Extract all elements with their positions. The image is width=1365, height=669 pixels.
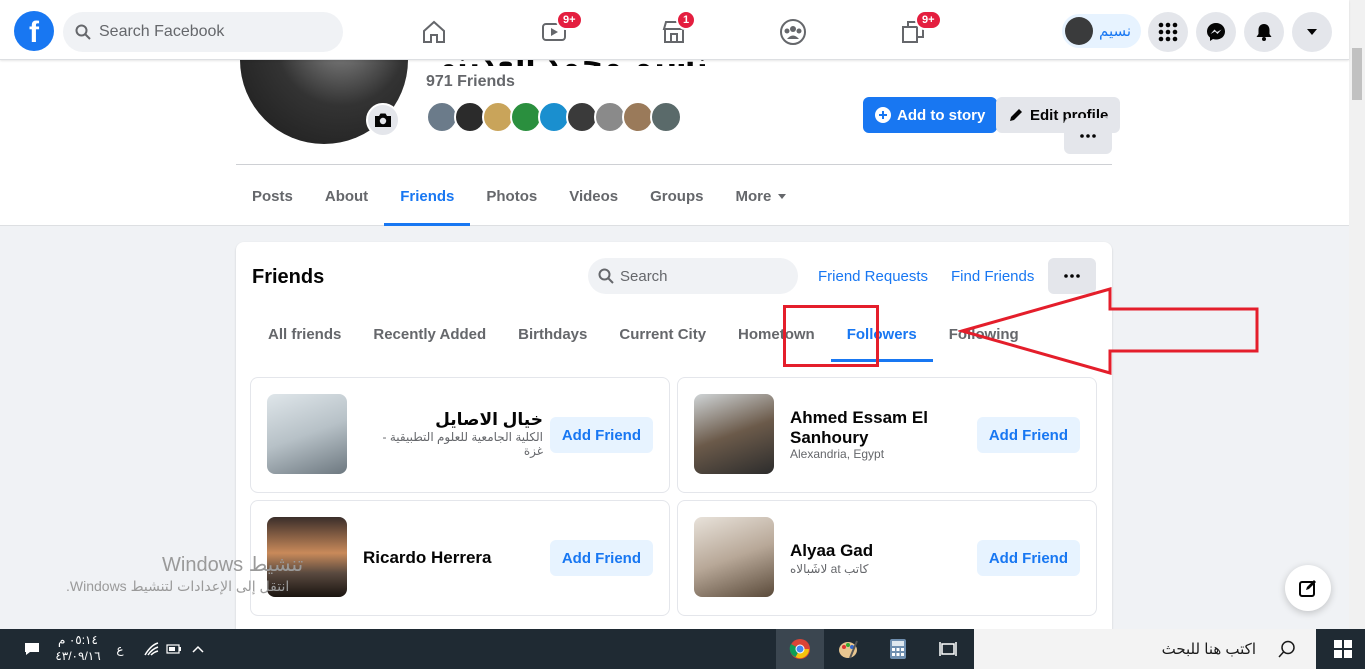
watch-icon[interactable]: 9+ [532,10,583,54]
list-item[interactable]: Ricardo Herrera Add Friend [250,500,670,616]
profile-shortcut[interactable]: نسيم [1062,14,1142,48]
home-icon[interactable] [412,10,456,54]
add-to-story-button[interactable]: Add to story [863,97,998,133]
chevron-up-icon[interactable] [188,629,208,669]
wifi-icon[interactable] [140,629,162,669]
messenger-icon[interactable] [1196,12,1236,52]
friend-detail: كاتب at لاشَبالاه [790,562,869,576]
add-friend-button[interactable]: Add Friend [549,540,653,576]
subtab-birthdays[interactable]: Birthdays [502,306,603,362]
new-message-button[interactable] [1285,565,1331,611]
pencil-icon [1010,109,1022,121]
account-dropdown-icon[interactable] [1292,12,1332,52]
profile-tabs: Posts About Friends Photos Videos Groups… [236,166,803,226]
add-friend-button[interactable]: Add Friend [549,417,653,453]
activation-watermark-title: تنشيط Windows [162,554,304,576]
compose-icon [1299,580,1316,597]
scrollbar-thumb[interactable] [1352,48,1362,100]
watch-badge: 9+ [556,10,583,30]
tab-more[interactable]: More [719,166,803,226]
avatar[interactable] [650,101,682,133]
search-icon [598,268,614,284]
action-center-icon[interactable] [16,629,48,669]
top-navigation: f Search Facebook 9+ 1 9+ نسيم [0,0,1349,60]
gaming-icon[interactable]: 9+ [891,10,942,54]
windows-taskbar: ٠٥:١٤ م ٤٣/٠٩/١٦ ع اكتب هنا للبحث [0,629,1365,669]
list-item[interactable]: Ahmed Essam El Sanhoury Alexandria, Egyp… [677,377,1097,493]
friend-detail: الكلية الجامعية للعلوم التطبيقية - غزة [382,430,543,458]
system-clock[interactable]: ٠٥:١٤ م ٤٣/٠٩/١٦ [50,632,106,664]
friends-subtabs: All friends Recently Added Birthdays Cur… [252,306,1035,362]
profile-header: نسيم محمد العديني 971 Friends Add to sto… [0,0,1349,226]
subtab-recently-added[interactable]: Recently Added [357,306,502,362]
facebook-logo-icon[interactable]: f [14,11,54,51]
profile-shortcut-name: نسيم [1099,23,1132,40]
task-view-icon[interactable] [926,629,970,669]
friend-requests-link[interactable]: Friend Requests [806,258,940,294]
subtab-current-city[interactable]: Current City [603,306,722,362]
friend-name[interactable]: Ricardo Herrera [363,548,492,568]
friend-photo[interactable] [694,517,774,597]
tab-photos[interactable]: Photos [470,166,553,226]
friend-photo[interactable] [267,394,347,474]
chevron-down-icon [778,194,787,199]
search-facebook-input[interactable]: Search Facebook [63,12,343,52]
friend-name[interactable]: Ahmed Essam El Sanhoury [790,408,970,448]
tab-videos[interactable]: Videos [553,166,634,226]
friend-avatars [426,101,682,133]
marketplace-icon[interactable]: 1 [652,10,697,54]
subtab-all-friends[interactable]: All friends [252,306,357,362]
input-language[interactable]: ع [110,629,130,669]
marketplace-badge: 1 [676,10,697,30]
annotation-highlight-box [783,305,879,367]
notifications-bell-icon[interactable] [1244,12,1284,52]
friend-detail: Alexandria, Egypt [790,447,885,461]
tab-about[interactable]: About [309,166,384,226]
search-placeholder: Search Facebook [99,23,225,40]
camera-icon[interactable] [366,103,400,137]
friend-photo[interactable] [694,394,774,474]
tab-posts[interactable]: Posts [236,166,309,226]
paint-icon[interactable] [826,629,870,669]
avatar [1065,17,1093,45]
page-scrollbar[interactable] [1349,0,1365,629]
clock-date: ٤٣/٠٩/١٦ [55,649,101,663]
plus-circle-icon [875,107,891,123]
add-friend-button[interactable]: Add Friend [976,540,1080,576]
battery-icon[interactable] [164,629,184,669]
profile-options-button[interactable] [1064,118,1112,154]
clock-time: ٠٥:١٤ م [58,633,98,647]
friend-name[interactable]: Alyaa Gad [790,541,873,561]
groups-icon[interactable] [771,10,815,54]
more-dots-icon [1080,134,1096,138]
friend-count[interactable]: 971 Friends [426,73,515,91]
gaming-badge: 9+ [915,10,942,30]
more-dots-icon [1064,274,1080,278]
menu-grid-icon[interactable] [1148,12,1188,52]
chrome-icon[interactable] [776,629,824,669]
search-icon [75,24,91,40]
add-friend-button[interactable]: Add Friend [976,417,1080,453]
search-icon [1278,640,1295,658]
taskbar-search-input[interactable]: اكتب هنا للبحث [974,629,1316,669]
friend-name[interactable]: خيال الاصايل [363,410,543,430]
activation-watermark-text: انتقل إلى الإعدادات لتنشيط Windows. [66,578,290,594]
taskbar-search-placeholder: اكتب هنا للبحث [1161,641,1256,658]
list-item[interactable]: خيال الاصايل الكلية الجامعية للعلوم التط… [250,377,670,493]
friends-search-input[interactable]: Search [588,258,798,294]
annotation-arrow-icon [958,287,1259,375]
divider [236,164,1112,165]
tab-friends[interactable]: Friends [384,166,471,226]
windows-start-icon[interactable] [1320,629,1365,669]
calculator-icon[interactable] [876,629,920,669]
list-item[interactable]: Alyaa Gad كاتب at لاشَبالاه Add Friend [677,500,1097,616]
tab-groups[interactable]: Groups [634,166,719,226]
friends-card-title: Friends [252,266,325,288]
